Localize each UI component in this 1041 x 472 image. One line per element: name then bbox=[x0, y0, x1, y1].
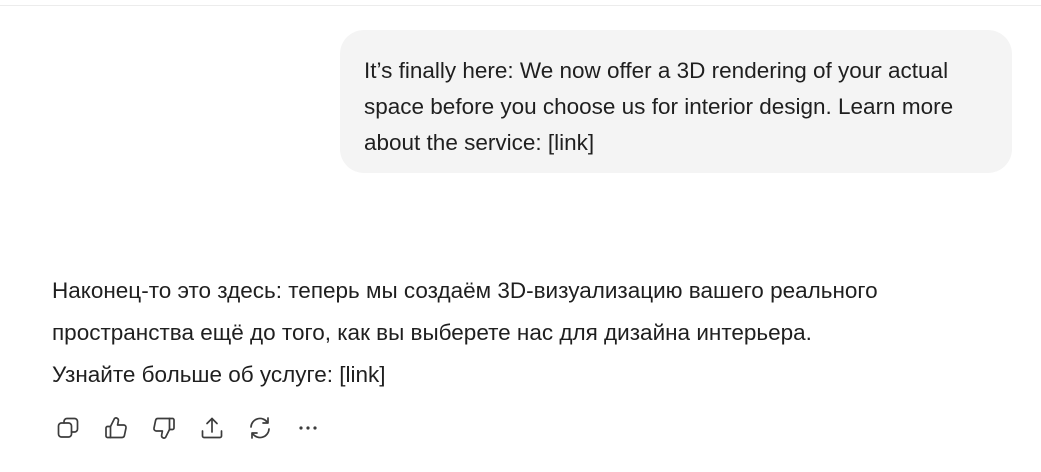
user-message-text: It’s finally here: We now offer a 3D ren… bbox=[364, 58, 954, 155]
more-options-button[interactable] bbox=[292, 412, 324, 444]
copy-button[interactable] bbox=[52, 412, 84, 444]
message-actions-toolbar bbox=[52, 412, 340, 444]
top-divider bbox=[0, 5, 1041, 6]
assistant-message: Наконец-то это здесь: теперь мы создаём … bbox=[52, 270, 1012, 396]
regenerate-icon bbox=[250, 417, 270, 439]
thumbs-up-button[interactable] bbox=[100, 412, 132, 444]
assistant-message-line: Наконец-то это здесь: теперь мы создаём … bbox=[52, 278, 878, 303]
thumbs-up-icon bbox=[105, 417, 127, 439]
thumbs-down-button[interactable] bbox=[148, 412, 180, 444]
thumbs-down-icon bbox=[153, 417, 175, 439]
copy-icon bbox=[57, 417, 79, 438]
share-icon bbox=[201, 417, 223, 439]
regenerate-button[interactable] bbox=[244, 412, 276, 444]
assistant-message-line: пространства ещё до того, как вы выберет… bbox=[52, 320, 812, 345]
assistant-message-line: Узнайте больше об услуге: [link] bbox=[52, 362, 386, 387]
share-button[interactable] bbox=[196, 412, 228, 444]
more-icon bbox=[299, 426, 317, 430]
user-message-bubble: It’s finally here: We now offer a 3D ren… bbox=[340, 30, 1012, 173]
chat-page: It’s finally here: We now offer a 3D ren… bbox=[0, 0, 1041, 472]
